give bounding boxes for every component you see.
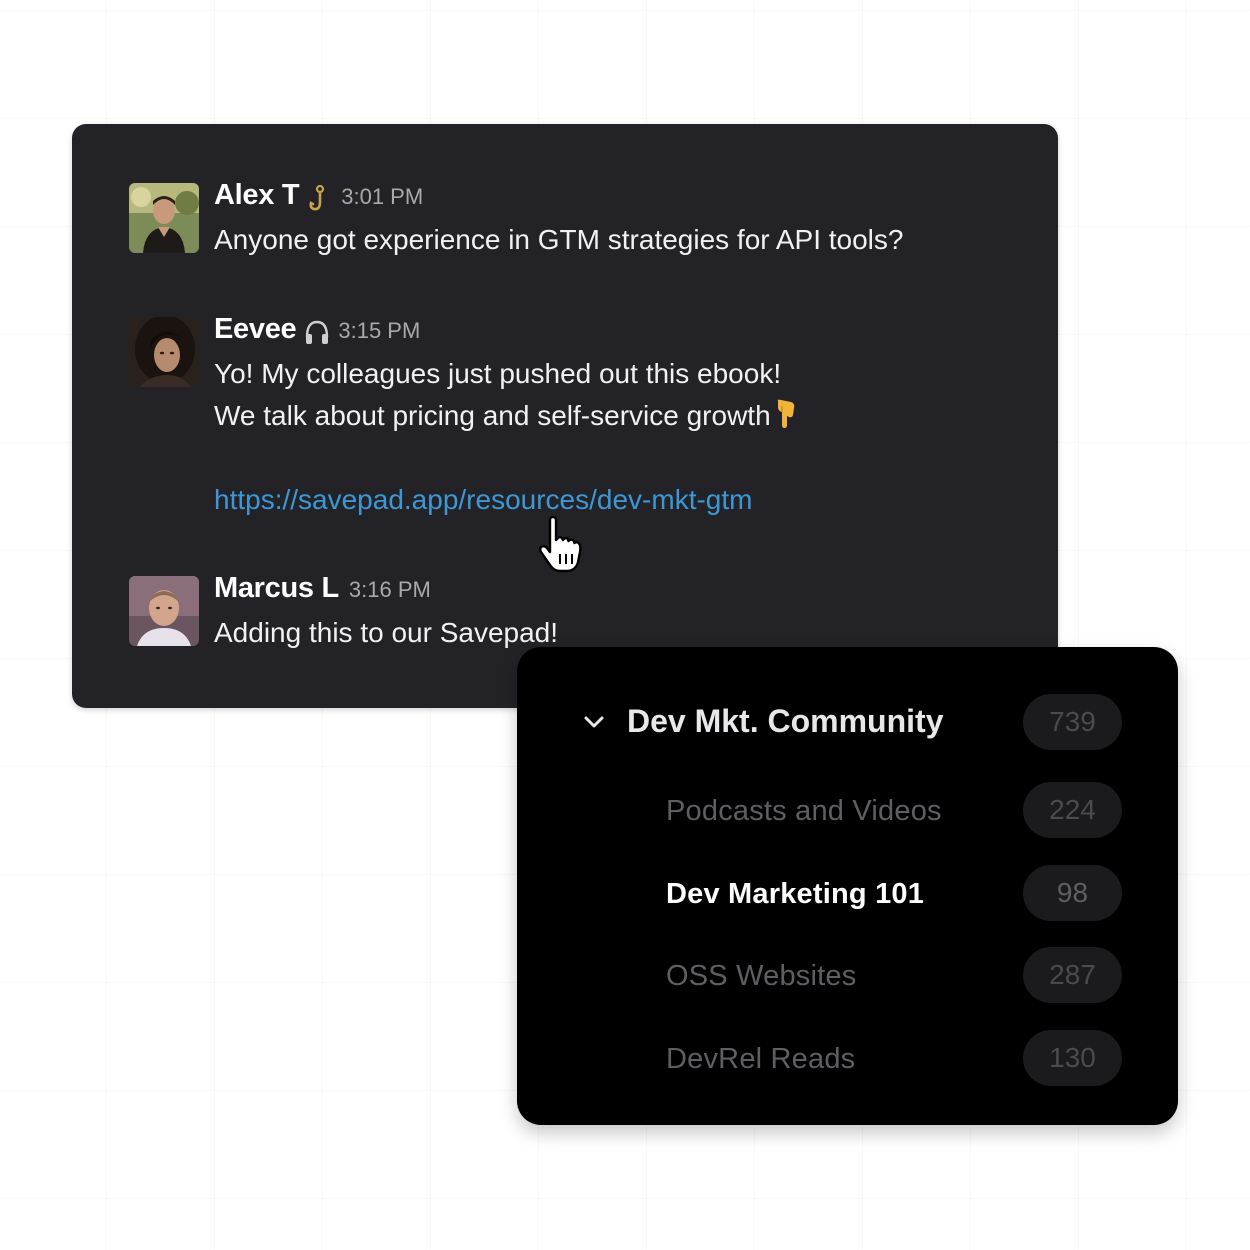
headphones-icon xyxy=(304,319,329,347)
collection-item-label[interactable]: DevRel Reads xyxy=(666,1043,855,1076)
collection-count-badge: 739 xyxy=(1023,694,1122,750)
collection-count-badge: 130 xyxy=(1023,1030,1122,1086)
avatar-alex[interactable] xyxy=(129,183,199,253)
pointing-down-icon xyxy=(773,399,797,429)
collection-item-podcasts[interactable]: Podcasts and Videos 224 xyxy=(517,782,1178,842)
collection-item-dev-marketing[interactable]: Dev Marketing 101 98 xyxy=(517,865,1178,925)
collection-count-badge: 287 xyxy=(1023,947,1122,1003)
collection-item-oss-websites[interactable]: OSS Websites 287 xyxy=(517,947,1178,1007)
collections-panel: Dev Mkt. Community 739 Podcasts and Vide… xyxy=(517,647,1178,1125)
chevron-down-icon[interactable] xyxy=(581,709,607,735)
avatar-marcus[interactable] xyxy=(129,576,199,646)
collection-item-label[interactable]: Podcasts and Videos xyxy=(666,795,942,828)
message-text: We talk about pricing and self-service g… xyxy=(214,400,771,431)
fishing-hook-icon xyxy=(307,185,331,213)
message-text-line-2: We talk about pricing and self-service g… xyxy=(214,395,1018,437)
message-body: Alex T 3:01 PM Anyone got experience in … xyxy=(214,179,1018,261)
collection-count-badge: 224 xyxy=(1023,782,1122,838)
message-time[interactable]: 3:16 PM xyxy=(349,577,431,603)
collection-item-devrel-reads[interactable]: DevRel Reads 130 xyxy=(517,1030,1178,1090)
author-name[interactable]: Eevee xyxy=(214,313,297,346)
author-name[interactable]: Alex T xyxy=(214,179,300,212)
collection-title[interactable]: Dev Mkt. Community xyxy=(627,703,943,740)
collection-item-label[interactable]: OSS Websites xyxy=(666,960,856,993)
hand-pointer-cursor-icon xyxy=(539,516,582,573)
message-text: Anyone got experience in GTM strategies … xyxy=(214,224,904,255)
chat-panel: Alex T 3:01 PM Anyone got experience in … xyxy=(72,124,1058,708)
message-header: Alex T 3:01 PM xyxy=(214,179,1018,219)
author-name[interactable]: Marcus L xyxy=(214,572,339,605)
message-time[interactable]: 3:01 PM xyxy=(341,184,423,210)
message-text: Yo! My colleagues just pushed out this e… xyxy=(214,358,782,389)
avatar-eevee[interactable] xyxy=(129,317,199,387)
message-time[interactable]: 3:15 PM xyxy=(338,318,420,344)
ebook-link[interactable]: https://savepad.app/resources/dev-mkt-gt… xyxy=(214,484,752,515)
message-header: Eevee 3:15 PM xyxy=(214,313,1018,353)
collection-item-label[interactable]: Dev Marketing 101 xyxy=(666,878,924,911)
message-body: Eevee 3:15 PM Yo! My colleagues just pus… xyxy=(214,313,1018,521)
collection-parent-row[interactable]: Dev Mkt. Community 739 xyxy=(517,694,1178,754)
collection-count-badge: 98 xyxy=(1023,865,1122,921)
message-header: Marcus L 3:16 PM xyxy=(214,572,1018,612)
message-body: Marcus L 3:16 PM Adding this to our Save… xyxy=(214,572,1018,654)
